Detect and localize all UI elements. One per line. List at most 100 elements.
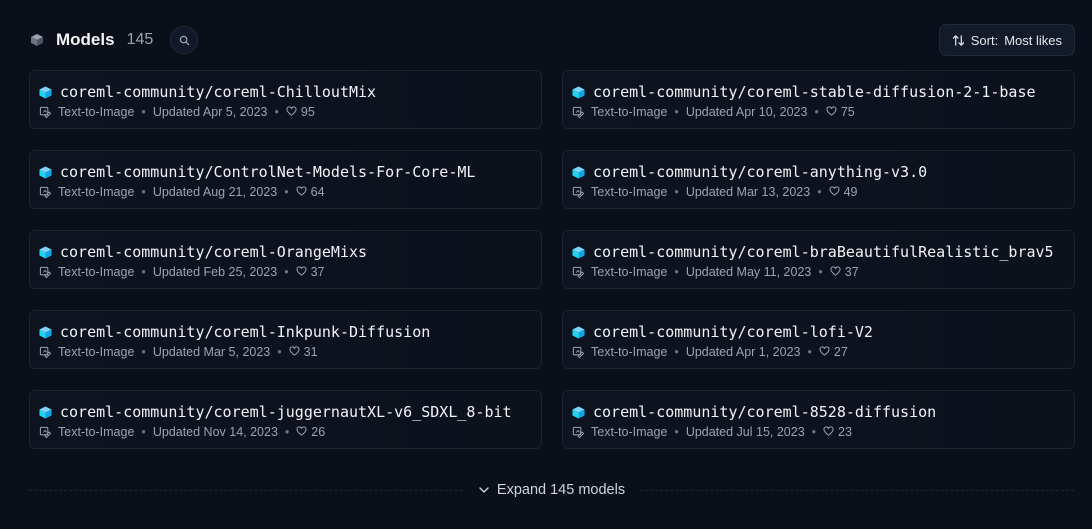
- model-likes: 75: [840, 105, 855, 119]
- model-name[interactable]: coreml-community/coreml-Inkpunk-Diffusio…: [60, 323, 430, 341]
- model-likes: 23: [838, 425, 852, 439]
- model-card[interactable]: coreml-community/coreml-stable-diffusion…: [562, 70, 1075, 129]
- model-card[interactable]: coreml-community/coreml-Inkpunk-Diffusio…: [29, 310, 542, 369]
- sort-value: Most likes: [1004, 32, 1062, 48]
- model-card[interactable]: coreml-community/coreml-8528-diffusion Te…: [562, 390, 1075, 449]
- expand-models-button[interactable]: Expand 145 models: [29, 478, 1074, 502]
- section-title: Models: [56, 30, 115, 49]
- separator-dot: •: [674, 345, 679, 359]
- model-name[interactable]: coreml-community/coreml-anything-v3.0: [593, 163, 927, 181]
- separator-dot: •: [814, 105, 819, 119]
- model-likes: 95: [300, 105, 315, 119]
- separator-dot: •: [284, 185, 289, 199]
- model-cube-icon: [572, 405, 585, 419]
- separator-dot: •: [141, 265, 146, 279]
- text-to-image-icon: [39, 346, 52, 359]
- model-card[interactable]: coreml-community/coreml-OrangeMixs Text-t…: [29, 230, 542, 289]
- heart-icon: [296, 425, 307, 439]
- text-to-image-icon: [572, 186, 585, 199]
- model-name[interactable]: coreml-community/coreml-8528-diffusion: [593, 403, 936, 421]
- separator-dot: •: [284, 425, 290, 439]
- heart-icon: [289, 345, 300, 359]
- model-task: Text-to-Image: [58, 425, 135, 439]
- separator-dot: •: [811, 425, 817, 439]
- model-cube-icon: [572, 245, 585, 259]
- text-to-image-icon: [572, 106, 585, 119]
- separator-dot: •: [674, 425, 679, 439]
- model-cube-icon: [39, 405, 52, 419]
- model-likes: 27: [833, 345, 848, 359]
- model-card[interactable]: coreml-community/coreml-ChilloutMix Text-…: [29, 70, 542, 129]
- model-name-row: coreml-community/coreml-ChilloutMix: [39, 82, 541, 102]
- model-cube-icon: [572, 325, 585, 339]
- model-name[interactable]: coreml-community/coreml-ChilloutMix: [60, 83, 376, 101]
- sort-button[interactable]: Sort: Most likes: [938, 24, 1075, 56]
- model-name[interactable]: coreml-community/coreml-braBeautifulReal…: [593, 243, 1054, 261]
- model-name[interactable]: coreml-community/ControlNet-Models-For-C…: [60, 163, 475, 181]
- model-cube-icon: [39, 85, 52, 99]
- model-name-row: coreml-community/coreml-braBeautifulReal…: [572, 242, 1074, 262]
- model-task: Text-to-Image: [58, 265, 135, 279]
- model-name[interactable]: coreml-community/coreml-lofi-V2: [593, 323, 873, 341]
- model-meta: Text-to-Image • Updated Nov 14, 2023 • 26: [39, 425, 541, 439]
- separator-dot: •: [274, 105, 279, 119]
- model-meta: Text-to-Image • Updated Feb 25, 2023 • 37: [39, 265, 541, 279]
- model-task: Text-to-Image: [591, 105, 668, 119]
- sort-icon: [952, 34, 964, 46]
- model-likes: 49: [843, 185, 858, 199]
- model-updated: Updated Apr 5, 2023: [152, 105, 268, 119]
- separator-dot: •: [674, 265, 679, 279]
- model-card[interactable]: coreml-community/coreml-anything-v3.0 Tex…: [562, 150, 1075, 209]
- text-to-image-icon: [39, 186, 52, 199]
- model-likes: 37: [310, 265, 325, 279]
- separator-dot: •: [807, 345, 812, 359]
- heart-icon: [823, 425, 834, 439]
- model-meta: Text-to-Image • Updated Apr 5, 2023 • 95: [39, 105, 541, 119]
- text-to-image-icon: [39, 106, 52, 119]
- model-likes: 26: [311, 425, 326, 439]
- text-to-image-icon: [39, 426, 52, 439]
- model-meta: Text-to-Image • Updated May 11, 2023 • 37: [572, 265, 1074, 279]
- model-task: Text-to-Image: [591, 265, 668, 279]
- model-updated: Updated Feb 25, 2023: [152, 265, 278, 279]
- text-to-image-icon: [572, 266, 585, 279]
- model-meta: Text-to-Image • Updated Apr 10, 2023 • 75: [572, 105, 1074, 119]
- separator-dot: •: [284, 265, 289, 279]
- model-card[interactable]: coreml-community/ControlNet-Models-For-C…: [29, 150, 542, 209]
- model-name[interactable]: coreml-community/coreml-juggernautXL-v6_…: [60, 403, 512, 421]
- model-name-row: coreml-community/coreml-OrangeMixs: [39, 242, 541, 262]
- model-task: Text-to-Image: [58, 105, 135, 119]
- text-to-image-icon: [39, 266, 52, 279]
- model-updated: Updated Mar 13, 2023: [685, 185, 811, 199]
- heart-icon: [829, 185, 840, 199]
- model-meta: Text-to-Image • Updated Aug 21, 2023 • 64: [39, 185, 541, 199]
- separator-dot: •: [141, 105, 146, 119]
- model-name-row: coreml-community/coreml-Inkpunk-Diffusio…: [39, 322, 541, 342]
- separator-dot: •: [141, 425, 146, 439]
- model-card[interactable]: coreml-community/coreml-braBeautifulReal…: [562, 230, 1075, 289]
- search-button[interactable]: [170, 26, 199, 54]
- model-task: Text-to-Image: [58, 185, 135, 199]
- model-likes: 31: [303, 345, 318, 359]
- model-card[interactable]: coreml-community/coreml-juggernautXL-v6_…: [29, 390, 542, 449]
- model-name-row: coreml-community/coreml-stable-diffusion…: [572, 82, 1074, 102]
- model-name-row: coreml-community/coreml-lofi-V2: [572, 322, 1074, 342]
- separator-dot: •: [817, 185, 822, 199]
- model-updated: Updated Apr 10, 2023: [685, 105, 808, 119]
- heart-icon: [830, 265, 841, 279]
- separator-dot: •: [141, 185, 146, 199]
- cube-icon: [30, 33, 44, 47]
- model-updated: Updated May 11, 2023: [685, 265, 812, 279]
- model-card[interactable]: coreml-community/coreml-lofi-V2 Text-to-I…: [562, 310, 1075, 369]
- model-name[interactable]: coreml-community/coreml-stable-diffusion…: [593, 83, 1036, 101]
- model-name[interactable]: coreml-community/coreml-OrangeMixs: [60, 243, 367, 261]
- model-likes: 64: [310, 185, 325, 199]
- model-meta: Text-to-Image • Updated Mar 13, 2023 • 49: [572, 185, 1074, 199]
- model-cube-icon: [39, 165, 52, 179]
- model-updated: Updated Mar 5, 2023: [152, 345, 271, 359]
- separator-dot: •: [141, 345, 146, 359]
- heart-icon: [819, 345, 830, 359]
- model-cube-icon: [572, 85, 585, 99]
- model-updated: Updated Apr 1, 2023: [685, 345, 801, 359]
- model-cube-icon: [39, 245, 52, 259]
